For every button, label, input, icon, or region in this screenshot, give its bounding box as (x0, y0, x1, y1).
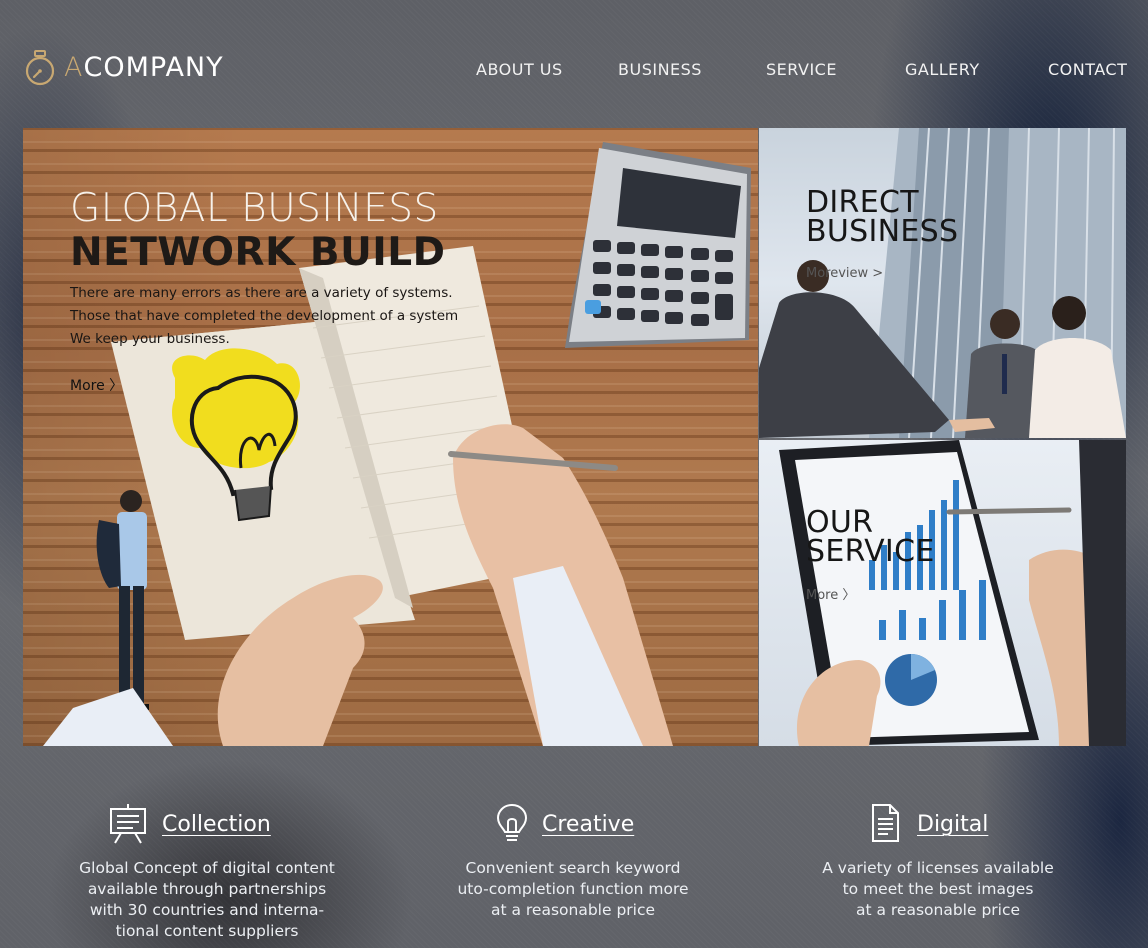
feature-description-line: to meet the best images (842, 880, 1034, 898)
our-service-card[interactable]: OUR SERVICE More 〉 (759, 440, 1126, 746)
hero-title-line1: GLOBAL BUSINESS (70, 186, 439, 231)
feature-collection-header: Collection (57, 800, 357, 844)
feature-description-line: Convenient search keyword (465, 859, 681, 877)
feature-digital-header: Digital (788, 800, 1088, 844)
businessman-figure (96, 490, 149, 710)
presentation-board-icon (110, 804, 146, 844)
feature-creative-description: Convenient search keyword uto-completion… (423, 858, 723, 921)
document-icon (872, 804, 899, 842)
direct-business-image (759, 128, 1126, 438)
nav-item-contact[interactable]: CONTACT (1048, 60, 1127, 79)
direct-business-title-line2: BUSINESS (806, 214, 959, 249)
feature-description-line: at a reasonable price (855, 901, 1021, 919)
feature-description-line: uto-completion function more (457, 880, 689, 898)
lightbulb-icon (496, 803, 528, 841)
our-service-title-line2: SERVICE (806, 534, 935, 569)
direct-business-card[interactable]: DIRECT BUSINESS Moreview > (759, 128, 1126, 438)
calculator-illustration (565, 142, 751, 348)
feature-description-line: tional content suppliers (115, 922, 299, 940)
hero-banner: GLOBAL BUSINESS NETWORK BUILD There are … (23, 128, 758, 746)
hero-description-line: Those that have completed the developmen… (70, 308, 459, 324)
hero-description-line: We keep your business. (70, 331, 230, 347)
our-service-more-link[interactable]: More 〉 (806, 584, 855, 603)
feature-description-line: at a reasonable price (490, 901, 656, 919)
feature-creative-title[interactable]: Creative (542, 812, 634, 837)
feature-digital-title[interactable]: Digital (917, 812, 988, 837)
feature-collection-description: Global Concept of digital content availa… (57, 858, 357, 942)
feature-description-line: Global Concept of digital content (79, 859, 335, 877)
feature-description-line: available through partnerships (87, 880, 327, 898)
nav-item-service[interactable]: SERVICE (766, 60, 837, 79)
direct-business-title-line1: DIRECT (806, 185, 919, 220)
feature-digital-description: A variety of licenses available to meet … (788, 858, 1088, 921)
our-service-title-line1: OUR (806, 505, 874, 540)
nav-item-gallery[interactable]: GALLERY (905, 60, 980, 79)
direct-business-more-link[interactable]: Moreview > (806, 266, 883, 281)
feature-collection-title[interactable]: Collection (162, 812, 271, 837)
nav-item-business[interactable]: BUSINESS (618, 60, 702, 79)
hero-description-line: There are many errors as there are a var… (70, 285, 453, 301)
feature-creative-header: Creative (423, 800, 723, 844)
feature-description-line: A variety of licenses available (822, 859, 1054, 877)
feature-description-line: with 30 countries and interna- (89, 901, 325, 919)
main-nav: ABOUT US BUSINESS SERVICE GALLERY CONTAC… (0, 60, 1148, 84)
hero-description: There are many errors as there are a var… (70, 282, 458, 351)
direct-business-title: DIRECT BUSINESS (806, 185, 959, 249)
nav-item-about-us[interactable]: ABOUT US (476, 60, 563, 79)
hero-more-link[interactable]: More 〉 (70, 375, 123, 395)
our-service-title: OUR SERVICE (806, 505, 935, 569)
hero-title-line2: NETWORK BUILD (70, 230, 446, 275)
